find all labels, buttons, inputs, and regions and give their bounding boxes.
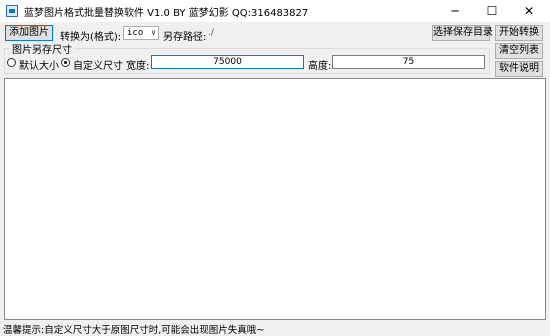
width-label: 宽度: — [126, 61, 150, 72]
status-bar: 温馨提示:自定义尺寸大于原图尺寸时,可能会出现图片失真哦~ — [0, 321, 550, 336]
clear-list-button[interactable]: 清空列表 — [495, 43, 543, 59]
maximize-button[interactable]: ☐ — [475, 0, 509, 22]
help-button[interactable]: 软件说明 — [495, 61, 543, 77]
default-size-radio[interactable] — [7, 58, 16, 67]
custom-size-label: 自定义尺寸 — [73, 61, 123, 72]
window-title: 蓝梦图片格式批量替换软件 V1.0 BY 蓝梦幻影 QQ:316483827 — [24, 8, 309, 19]
status-text: 温馨提示:自定义尺寸大于原图尺寸时,可能会出现图片失真哦~ — [3, 325, 265, 336]
minimize-button[interactable]: ─ — [438, 0, 472, 22]
width-input[interactable]: 75000 — [151, 55, 304, 69]
default-size-label: 默认大小 — [19, 61, 59, 72]
chevron-down-icon: ∨ — [151, 28, 156, 37]
start-convert-button[interactable]: 开始转换 — [495, 25, 543, 41]
close-button[interactable]: ✕ — [512, 0, 546, 22]
format-select[interactable]: ico ∨ — [123, 26, 159, 40]
custom-size-radio[interactable] — [61, 58, 70, 67]
save-path-field[interactable]: ./ — [208, 28, 214, 38]
file-list[interactable] — [4, 78, 546, 320]
add-image-button[interactable]: 添加图片 — [5, 25, 53, 41]
size-group-title: 图片另存尺寸 — [10, 41, 74, 56]
height-input[interactable]: 75 — [332, 55, 485, 69]
title-bar: 蓝梦图片格式批量替换软件 V1.0 BY 蓝梦幻影 QQ:316483827 ─… — [0, 0, 550, 22]
height-label: 高度: — [308, 61, 332, 72]
save-path-label: 另存路径: — [163, 32, 207, 43]
format-select-value: ico — [127, 28, 144, 38]
app-icon — [6, 5, 18, 17]
choose-save-dir-button[interactable]: 选择保存目录 — [432, 25, 493, 41]
